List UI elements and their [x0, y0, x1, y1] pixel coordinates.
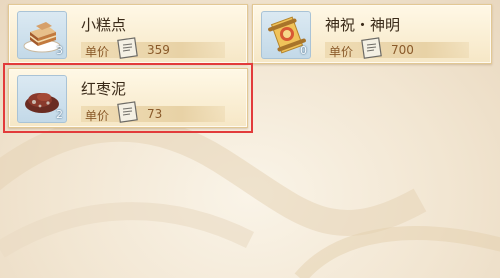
price-row: 单价 73 [81, 101, 225, 123]
price-value: 359 [147, 43, 170, 57]
currency-ticket-icon [117, 101, 138, 123]
item-name: 小糕点 [81, 16, 127, 34]
currency-ticket-icon [361, 37, 382, 59]
price-label: 单价 [329, 45, 354, 59]
item-card-scroll[interactable]: 0 神祝・神明 单价 700 [252, 4, 492, 64]
price-value: 700 [391, 43, 414, 57]
price-row: 单价 700 [325, 37, 469, 59]
item-thumbnail: 2 [17, 75, 67, 123]
item-quantity: 3 [56, 44, 63, 57]
item-name: 红枣泥 [81, 80, 127, 98]
price-value: 73 [147, 107, 163, 121]
item-card-cake[interactable]: 3 小糕点 单价 359 [8, 4, 248, 64]
item-thumbnail: 3 [17, 11, 67, 59]
item-quantity: 0 [300, 44, 307, 57]
currency-ticket-icon [117, 37, 138, 59]
price-label: 单价 [85, 109, 110, 123]
price-row: 单价 359 [81, 37, 225, 59]
item-thumbnail: 0 [261, 11, 311, 59]
item-card-jujube-paste[interactable]: 2 红枣泥 单价 73 [3, 63, 253, 133]
price-label: 单价 [85, 45, 110, 59]
item-quantity: 2 [56, 108, 63, 121]
item-name: 神祝・神明 [325, 16, 401, 34]
